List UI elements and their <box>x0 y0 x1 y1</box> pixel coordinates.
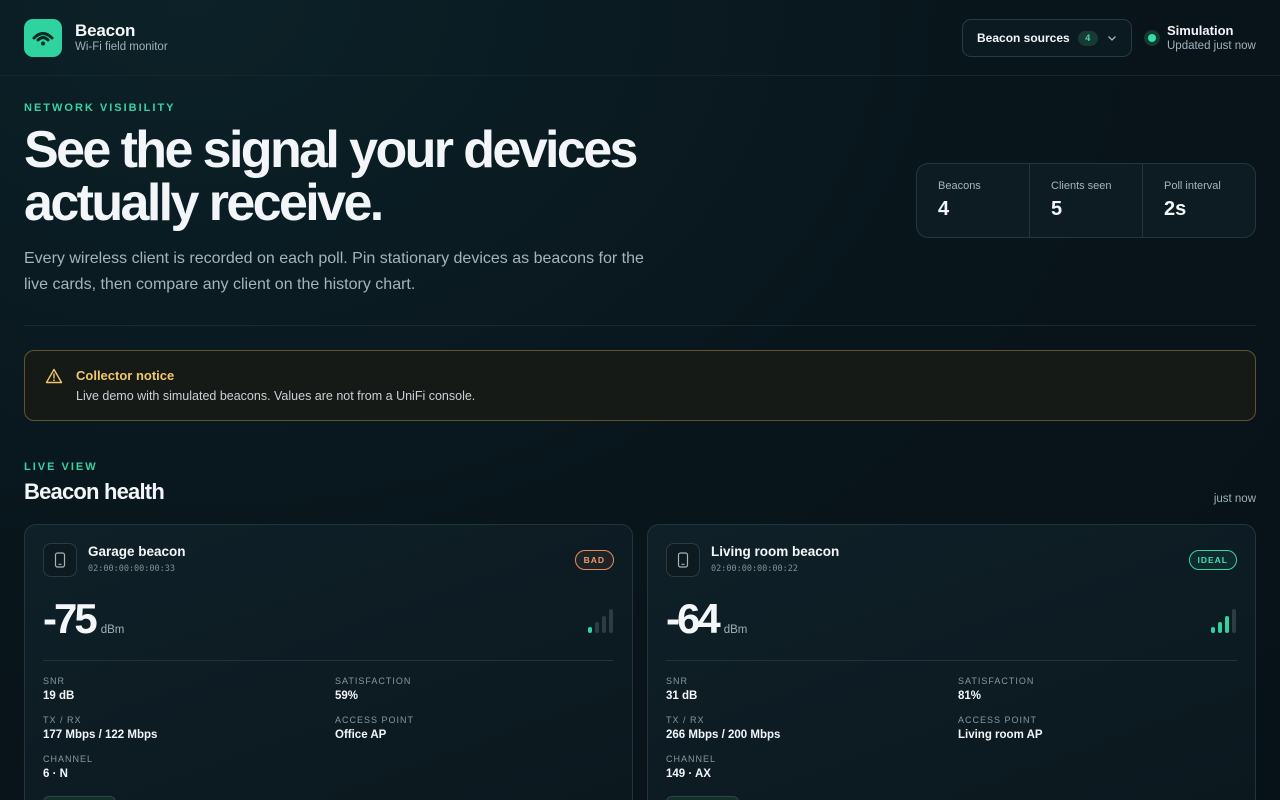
phone-icon <box>43 543 77 577</box>
chevron-down-icon <box>1108 36 1116 41</box>
metric-label: TX / RX <box>43 715 82 725</box>
metric-value: 59% <box>335 690 359 702</box>
rssi-readout: -75 dBm <box>43 595 124 643</box>
metric-label: SATISFACTION <box>335 676 412 686</box>
status-dot-icon <box>1144 30 1160 46</box>
metric-value: 149 · AX <box>666 768 711 780</box>
collector-notice: Collector notice Live demo with simulate… <box>24 350 1256 421</box>
live-updated-timestamp: just now <box>1213 493 1256 505</box>
metric-tx-rx: TX / RX 266 Mbps / 200 Mbps <box>666 715 780 741</box>
metric-label: ACCESS POINT <box>335 715 415 725</box>
stat-value: 5 <box>1051 198 1063 220</box>
metric-value: Living room AP <box>958 729 1043 741</box>
metric-snr: SNR 31 dB <box>666 676 697 702</box>
hero-eyebrow: NETWORK VISIBILITY <box>24 102 176 114</box>
rssi-value: -64 <box>666 595 721 642</box>
metric-label: CHANNEL <box>43 754 94 764</box>
status-title: Simulation <box>1167 23 1234 38</box>
signal-bars-icon <box>1211 609 1237 633</box>
beacon-logo-icon <box>24 19 62 57</box>
status-badge: BAD <box>574 550 614 570</box>
warning-icon <box>45 368 63 384</box>
status-updated: Updated just now <box>1167 40 1256 52</box>
stat-beacons: Beacons 4 <box>917 164 1030 237</box>
beacon-card-living-room[interactable]: Living room beacon 02:00:00:00:00:22 IDE… <box>647 524 1256 800</box>
beacon-sources-count-badge: 4 <box>1077 30 1098 46</box>
metric-tx-rx: TX / RX 177 Mbps / 122 Mbps <box>43 715 157 741</box>
metric-value: Office AP <box>335 729 387 741</box>
section-title: Beacon health <box>24 479 165 504</box>
metric-value: 31 dB <box>666 690 698 702</box>
metric-channel: CHANNEL 149 · AX <box>666 754 716 780</box>
beacon-mac: 02:00:00:00:00:33 <box>88 564 175 574</box>
metric-channel: CHANNEL 6 · N <box>43 754 93 780</box>
metric-label: SNR <box>43 676 66 686</box>
summary-stats: Beacons 4 Clients seen 5 Poll interval 2… <box>916 163 1256 238</box>
status-badge: IDEAL <box>1188 550 1237 570</box>
metric-label: CHANNEL <box>666 754 717 764</box>
live-view-eyebrow: LIVE VIEW <box>24 461 98 473</box>
rssi-readout: -64 dBm <box>666 595 747 643</box>
beacon-name: Living room beacon <box>711 544 840 559</box>
stat-label: Beacons <box>938 180 981 192</box>
stat-value: 2s <box>1164 198 1187 220</box>
beacon-card-garage[interactable]: Garage beacon 02:00:00:00:00:33 BAD -75 … <box>24 524 633 800</box>
app-subtitle: Wi-Fi field monitor <box>75 41 168 53</box>
beacon-name: Garage beacon <box>88 544 186 559</box>
rssi-unit: dBm <box>723 624 748 636</box>
card-action-button[interactable] <box>43 796 116 800</box>
metric-value: 6 · N <box>43 768 68 780</box>
top-bar: Beacon Wi-Fi field monitor Beacon source… <box>0 0 1280 76</box>
stat-label: Poll interval <box>1164 180 1221 192</box>
stat-label: Clients seen <box>1051 180 1112 192</box>
phone-icon <box>666 543 700 577</box>
notice-text: Live demo with simulated beacons. Values… <box>76 389 476 403</box>
hero-title-line-1: See the signal your devices <box>24 121 638 179</box>
signal-bars-icon <box>588 609 614 633</box>
metric-value: 19 dB <box>43 690 75 702</box>
card-divider <box>666 660 1237 661</box>
metric-value: 266 Mbps / 200 Mbps <box>666 729 781 741</box>
rssi-value: -75 <box>43 595 98 642</box>
card-divider <box>43 660 614 661</box>
metric-access-point: ACCESS POINT Living room AP <box>958 715 1043 741</box>
stat-clients-seen: Clients seen 5 <box>1030 164 1143 237</box>
hero-description: Every wireless client is recorded on eac… <box>24 250 644 293</box>
metric-label: SNR <box>666 676 689 686</box>
notice-title: Collector notice <box>76 368 175 383</box>
metric-satisfaction: SATISFACTION 81% <box>958 676 1034 702</box>
beacon-sources-label: Beacon sources <box>977 31 1070 45</box>
beacon-sources-dropdown[interactable]: Beacon sources 4 <box>962 19 1132 57</box>
app-name: Beacon <box>75 21 136 40</box>
card-action-button[interactable] <box>666 796 739 800</box>
hero-title-line-2: actually receive. <box>24 174 384 232</box>
hero-title: See the signal your devices actually rec… <box>24 124 724 230</box>
metric-access-point: ACCESS POINT Office AP <box>335 715 414 741</box>
metric-value: 177 Mbps / 122 Mbps <box>43 729 158 741</box>
stat-poll-interval: Poll interval 2s <box>1143 164 1255 237</box>
metric-value: 81% <box>958 690 982 702</box>
metric-satisfaction: SATISFACTION 59% <box>335 676 411 702</box>
metric-label: ACCESS POINT <box>958 715 1038 725</box>
metric-label: SATISFACTION <box>958 676 1035 686</box>
rssi-unit: dBm <box>100 624 125 636</box>
beacon-mac: 02:00:00:00:00:22 <box>711 564 798 574</box>
metric-label: TX / RX <box>666 715 705 725</box>
section-divider <box>24 325 1256 326</box>
stat-value: 4 <box>938 198 950 220</box>
metric-snr: SNR 19 dB <box>43 676 74 702</box>
